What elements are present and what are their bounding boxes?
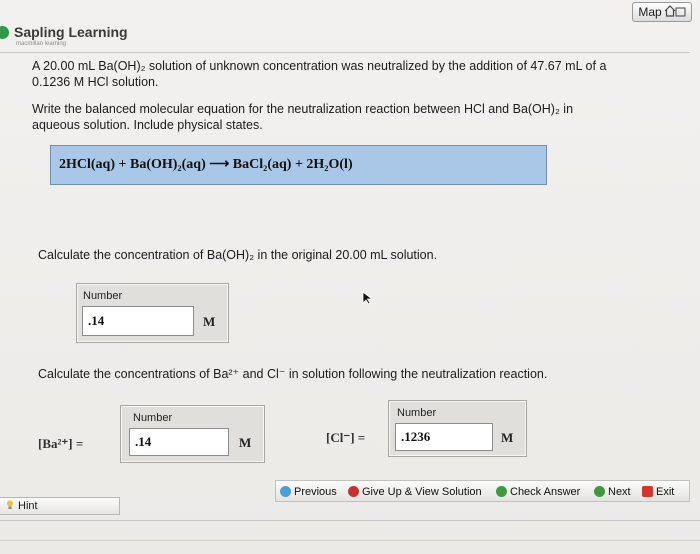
- part2-prompt: Calculate the concentration of Ba(OH)₂ i…: [38, 248, 438, 262]
- next-button[interactable]: Next: [594, 483, 631, 500]
- ba-answer-panel: Number .14 M: [120, 405, 265, 463]
- next-arrow-icon: [594, 486, 605, 497]
- question-line-4: aqueous solution. Include physical state…: [32, 118, 263, 132]
- mouse-cursor-icon: [362, 291, 374, 310]
- header-divider: [0, 52, 690, 53]
- ba-unit-label: M: [239, 435, 252, 450]
- check-answer-button[interactable]: Check Answer: [496, 483, 580, 500]
- cl-concentration-input[interactable]: .1236: [395, 423, 493, 451]
- sapling-leaf-icon: [0, 26, 9, 39]
- give-up-button[interactable]: Give Up & View Solution: [348, 483, 482, 500]
- hint-button[interactable]: Hint: [0, 497, 120, 515]
- hint-bulb-icon: [6, 500, 14, 513]
- equation-answer-box[interactable]: 2HCl(aq) + Ba(OH)₂(aq) ⟶ BaCl₂(aq) + 2H₂…: [50, 145, 547, 185]
- exit-icon: [642, 486, 653, 497]
- cl-unit-label: M: [501, 430, 514, 445]
- logo-name: Sapling Learning: [14, 24, 128, 40]
- logo-sub: macmillan learning: [16, 41, 67, 47]
- footer-divider: [0, 520, 700, 521]
- balanced-equation: 2HCl(aq) + Ba(OH)₂(aq) ⟶ BaCl₂(aq) + 2H₂…: [59, 157, 353, 172]
- part2-answer-panel: Number .14 M: [76, 283, 229, 343]
- check-icon: [496, 486, 507, 497]
- home-icon: [664, 4, 686, 20]
- hint-label: Hint: [18, 500, 38, 512]
- question-line-2: 0.1236 M HCl solution.: [32, 75, 159, 89]
- map-label: Map: [638, 5, 662, 19]
- part3-prompt: Calculate the concentrations of Ba²⁺ and…: [38, 367, 548, 381]
- cl-answer-panel: Number .1236 M: [388, 400, 527, 457]
- map-button[interactable]: Map: [632, 2, 692, 22]
- page: Map Sapling Learning macmillan learning …: [0, 0, 700, 554]
- previous-button[interactable]: Previous: [280, 483, 337, 500]
- cl-ion-label: [Cl⁻] =: [326, 430, 366, 445]
- ba-number-label: Number: [133, 412, 173, 424]
- unit-label: M: [203, 314, 216, 329]
- ba-concentration-input[interactable]: .14: [129, 428, 229, 456]
- question-line-3: Write the balanced molecular equation fo…: [32, 102, 574, 116]
- cl-number-label: Number: [397, 407, 437, 419]
- previous-arrow-icon: [280, 486, 291, 497]
- question-line-1: A 20.00 mL Ba(OH)₂ solution of unknown c…: [32, 59, 607, 73]
- concentration-input[interactable]: .14: [82, 306, 194, 336]
- give-up-x-icon: [348, 486, 359, 497]
- number-label: Number: [83, 290, 123, 302]
- footer-divider-2: [0, 540, 700, 541]
- exit-button[interactable]: Exit: [642, 483, 674, 500]
- ba-ion-label: [Ba²⁺] =: [38, 436, 84, 451]
